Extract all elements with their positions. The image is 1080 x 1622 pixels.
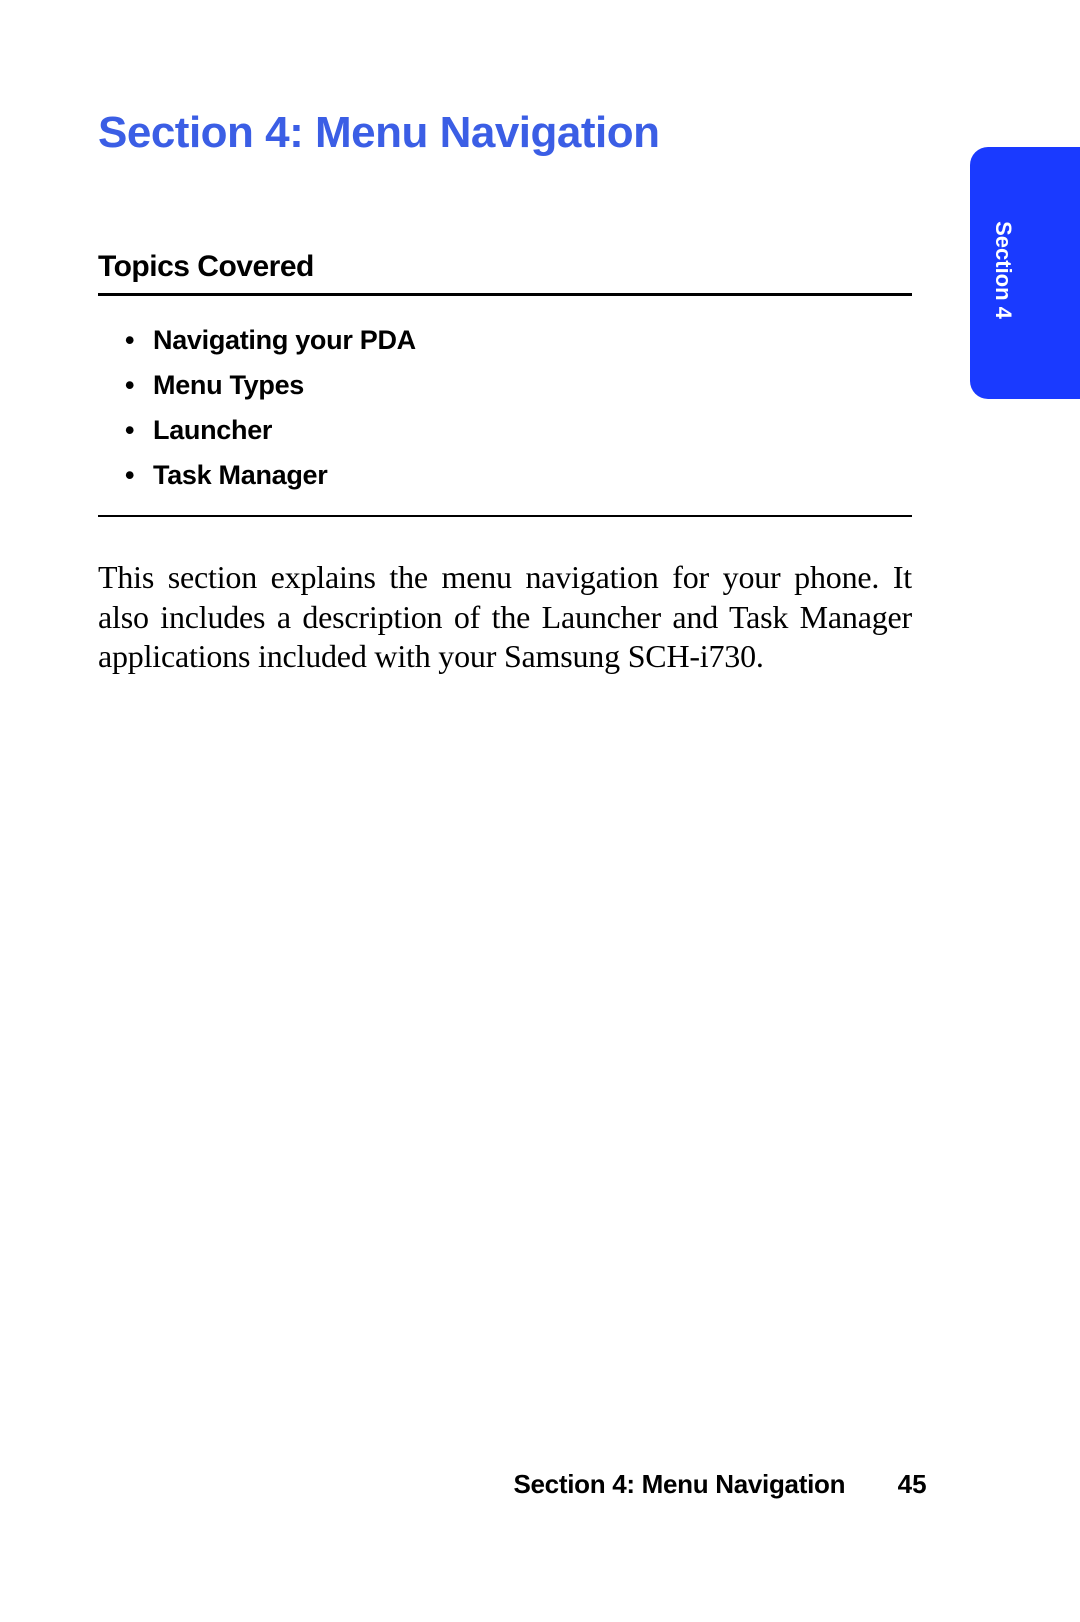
section-title: Section 4: Menu Navigation: [98, 108, 660, 158]
side-tab: Section 4: [970, 147, 1080, 399]
side-tab-label: Section 4: [990, 221, 1016, 319]
footer: Section 4: Menu Navigation 45: [0, 1469, 1080, 1500]
footer-section-label: Section 4: Menu Navigation: [513, 1469, 845, 1499]
list-item: Task Manager: [125, 460, 416, 491]
topics-heading: Topics Covered: [98, 250, 314, 284]
body-paragraph: This section explains the menu navigatio…: [98, 558, 912, 677]
topics-list: Navigating your PDA Menu Types Launcher …: [125, 325, 416, 505]
list-item: Menu Types: [125, 370, 416, 401]
list-item: Navigating your PDA: [125, 325, 416, 356]
footer-page-number: 45: [898, 1469, 927, 1499]
divider-bottom: [98, 515, 912, 517]
list-item: Launcher: [125, 415, 416, 446]
divider-top: [98, 293, 912, 296]
